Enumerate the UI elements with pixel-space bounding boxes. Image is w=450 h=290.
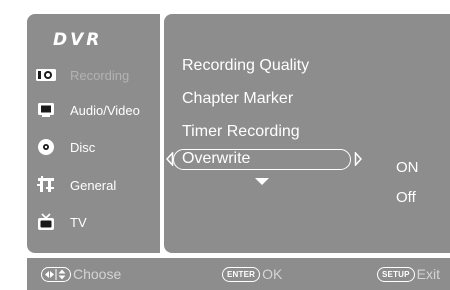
- sidebar-item-label: TV: [70, 214, 87, 230]
- setup-key-badge: SETUP: [377, 266, 415, 282]
- dvr-setup-screen: DVR Recording Audio/Video Disc General T…: [0, 0, 450, 290]
- footer-ok-label: OK: [262, 266, 283, 282]
- right-arrow-icon: [354, 151, 363, 171]
- sidebar-item-label: General: [70, 177, 117, 193]
- sidebar-item-label: Recording: [70, 67, 130, 83]
- footer-exit: SETUP Exit: [377, 266, 440, 282]
- footer-exit-label: Exit: [416, 266, 441, 282]
- sidebar-item-general[interactable]: General: [35, 172, 160, 198]
- sidebar-item-recording[interactable]: Recording: [35, 62, 160, 88]
- sidebar-item-disc[interactable]: Disc: [35, 134, 160, 160]
- option-off[interactable]: Off: [396, 189, 416, 206]
- enter-key-badge: ENTER: [222, 266, 261, 282]
- menu-item-recording-quality[interactable]: Recording Quality: [182, 57, 309, 75]
- footer-choose-label: Choose: [73, 266, 122, 282]
- sidebar-item-audio-video[interactable]: Audio/Video: [35, 97, 160, 123]
- menu-item-timer-recording[interactable]: Timer Recording: [182, 123, 300, 141]
- footer-choose: Choose: [41, 266, 121, 282]
- down-arrow-icon: [254, 173, 270, 191]
- sidebar-item-label: Disc: [70, 139, 96, 155]
- monitor-icon: [35, 100, 57, 120]
- sidebar-item-tv[interactable]: TV: [35, 209, 160, 235]
- tv-icon: [35, 212, 57, 232]
- page-title: DVR: [53, 30, 103, 50]
- footer-ok: ENTER OK: [222, 266, 282, 282]
- sidebar-item-label: Audio/Video: [70, 102, 140, 118]
- disc-icon: [35, 137, 57, 157]
- option-on[interactable]: ON: [396, 159, 419, 176]
- menu-item-overwrite[interactable]: Overwrite: [165, 148, 363, 185]
- menu-item-label: Overwrite: [182, 150, 251, 167]
- menu-item-chapter-marker[interactable]: Chapter Marker: [182, 90, 293, 108]
- recording-camera-icon: [35, 65, 57, 85]
- navigation-arrows-icon: [41, 266, 71, 282]
- footer-bar: Choose ENTER OK SETUP Exit: [27, 258, 450, 290]
- general-settings-icon: [35, 175, 57, 195]
